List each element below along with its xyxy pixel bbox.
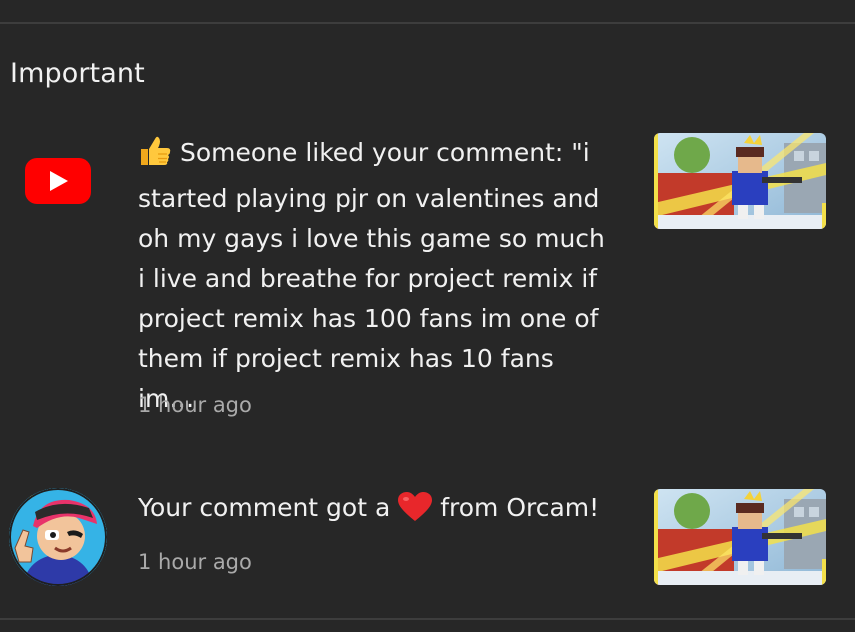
heart-icon	[398, 492, 433, 534]
notification-timestamp: 1 hour ago	[138, 393, 252, 417]
youtube-logo-icon	[25, 158, 91, 204]
video-thumbnail[interactable]	[654, 133, 826, 229]
notification-message: Someone liked your comment: "i started p…	[138, 138, 605, 413]
notification-message-end: from Orcam!	[440, 493, 600, 522]
thumbs-up-icon	[138, 135, 172, 179]
notification-item[interactable]: Someone liked your comment: "i started p…	[0, 130, 855, 430]
notification-text: Someone liked your comment: "i started p…	[138, 133, 618, 419]
channel-avatar[interactable]	[9, 488, 107, 586]
bottom-divider	[0, 618, 855, 620]
section-title: Important	[10, 58, 145, 89]
notification-timestamp: 1 hour ago	[138, 550, 252, 574]
notification-item[interactable]: Your comment got a from Orcam! 1 hour ag…	[0, 486, 855, 596]
top-divider	[0, 22, 855, 24]
notification-text: Your comment got a from Orcam!	[138, 488, 618, 534]
video-thumbnail[interactable]	[654, 489, 826, 585]
notifications-panel: Important Someone liked your comment: "i…	[0, 0, 855, 632]
notification-message-start: Your comment got a	[138, 493, 391, 522]
